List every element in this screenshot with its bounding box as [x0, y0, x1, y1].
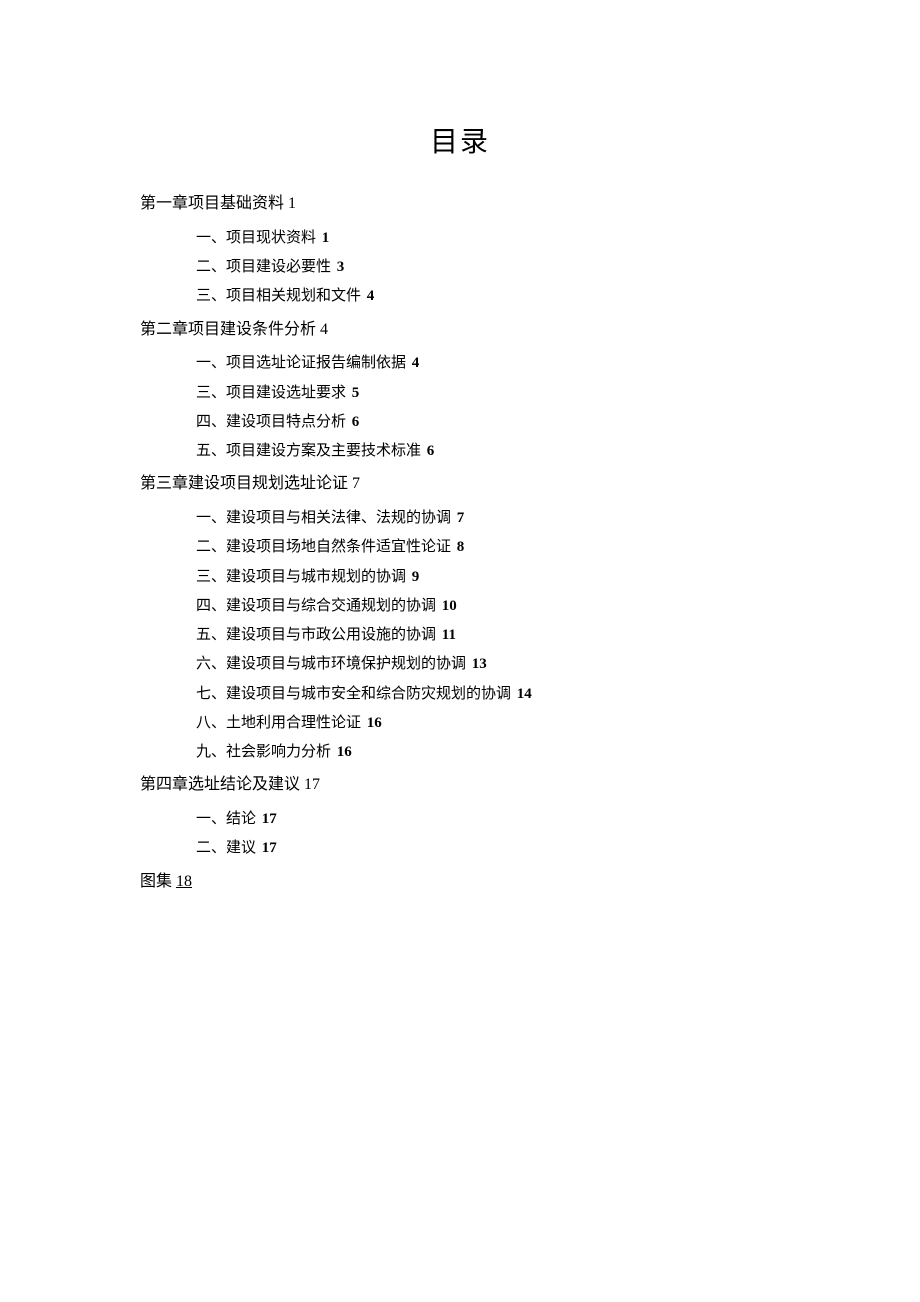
toc-chapter-2: 第二章项目建设条件分析 4: [140, 316, 780, 345]
page-title: 目录: [140, 120, 780, 160]
toc-item: 八、土地利用合理性论证 16: [196, 710, 780, 736]
toc-item-label: 一、项目现状资料: [196, 230, 316, 246]
chapter-1-page: 1: [288, 195, 296, 212]
toc-item-label: 三、项目相关规划和文件: [196, 288, 361, 304]
toc-item-page: 4: [367, 288, 375, 304]
toc-item-page: 13: [472, 656, 487, 672]
toc-item: 五、建设项目与市政公用设施的协调 11: [196, 622, 780, 648]
toc-item: 二、项目建设必要性 3: [196, 254, 780, 280]
toc-item-label: 一、建设项目与相关法律、法规的协调: [196, 510, 451, 526]
toc-item-page: 5: [352, 385, 360, 401]
toc-item: 二、建设项目场地自然条件适宜性论证 8: [196, 534, 780, 560]
chapter-4-heading: 第四章选址结论及建议: [140, 776, 300, 793]
toc-item: 三、项目相关规划和文件 4: [196, 283, 780, 309]
toc-item: 三、项目建设选址要求 5: [196, 380, 780, 406]
toc-item-label: 二、建设项目场地自然条件适宜性论证: [196, 539, 451, 555]
toc-item-label: 一、项目选址论证报告编制依据: [196, 355, 406, 371]
chapter-4-page: 17: [304, 776, 320, 793]
toc-item-label: 二、项目建设必要性: [196, 259, 331, 275]
toc-item: 四、建设项目与综合交通规划的协调 10: [196, 593, 780, 619]
toc-item-page: 17: [262, 840, 277, 856]
toc-item: 四、建设项目特点分析 6: [196, 409, 780, 435]
toc-item-page: 4: [412, 355, 420, 371]
appendix-heading: 图集: [140, 873, 172, 890]
toc-item-page: 7: [457, 510, 465, 526]
toc-item: 七、建设项目与城市安全和综合防灾规划的协调 14: [196, 681, 780, 707]
toc-item-page: 16: [337, 744, 352, 760]
toc-item-page: 6: [427, 443, 435, 459]
chapter-2-page: 4: [320, 321, 328, 338]
toc-item: 九、社会影响力分析 16: [196, 739, 780, 765]
chapter-3-heading: 第三章建设项目规划选址论证: [140, 475, 348, 492]
toc-item-page: 6: [352, 414, 360, 430]
toc-item-label: 五、建设项目与市政公用设施的协调: [196, 627, 436, 643]
toc-appendix: 图集 18: [140, 868, 780, 897]
toc-item-page: 1: [322, 230, 330, 246]
toc-item: 一、建设项目与相关法律、法规的协调 7: [196, 505, 780, 531]
toc-item-label: 八、土地利用合理性论证: [196, 715, 361, 731]
toc-item-label: 五、项目建设方案及主要技术标准: [196, 443, 421, 459]
toc-item-page: 10: [442, 598, 457, 614]
toc-chapter-3: 第三章建设项目规划选址论证 7: [140, 470, 780, 499]
toc-chapter-4: 第四章选址结论及建议 17: [140, 771, 780, 800]
toc-item: 一、结论 17: [196, 806, 780, 832]
toc-item: 二、建议 17: [196, 835, 780, 861]
toc-item-page: 8: [457, 539, 465, 555]
toc-item-label: 七、建设项目与城市安全和综合防灾规划的协调: [196, 686, 511, 702]
toc-chapter-1: 第一章项目基础资料 1: [140, 190, 780, 219]
chapter-2-heading: 第二章项目建设条件分析: [140, 321, 316, 338]
toc-item-label: 一、结论: [196, 811, 256, 827]
toc-item-page: 3: [337, 259, 345, 275]
chapter-1-heading: 第一章项目基础资料: [140, 195, 284, 212]
chapter-3-page: 7: [352, 475, 360, 492]
toc-item-label: 六、建设项目与城市环境保护规划的协调: [196, 656, 466, 672]
appendix-page: 18: [176, 873, 192, 890]
toc-item-label: 三、建设项目与城市规划的协调: [196, 569, 406, 585]
toc-item-label: 四、建设项目特点分析: [196, 414, 346, 430]
toc-item: 三、建设项目与城市规划的协调 9: [196, 564, 780, 590]
toc-item-page: 16: [367, 715, 382, 731]
toc-item-page: 14: [517, 686, 532, 702]
toc-item-label: 四、建设项目与综合交通规划的协调: [196, 598, 436, 614]
toc-item-page: 17: [262, 811, 277, 827]
toc-item-page: 11: [442, 627, 456, 643]
toc-item: 六、建设项目与城市环境保护规划的协调 13: [196, 651, 780, 677]
toc-item-label: 二、建议: [196, 840, 256, 856]
toc-item-page: 9: [412, 569, 420, 585]
toc-item: 一、项目选址论证报告编制依据 4: [196, 350, 780, 376]
toc-item-label: 九、社会影响力分析: [196, 744, 331, 760]
toc-item: 五、项目建设方案及主要技术标准 6: [196, 438, 780, 464]
toc-item: 一、项目现状资料 1: [196, 225, 780, 251]
toc-item-label: 三、项目建设选址要求: [196, 385, 346, 401]
